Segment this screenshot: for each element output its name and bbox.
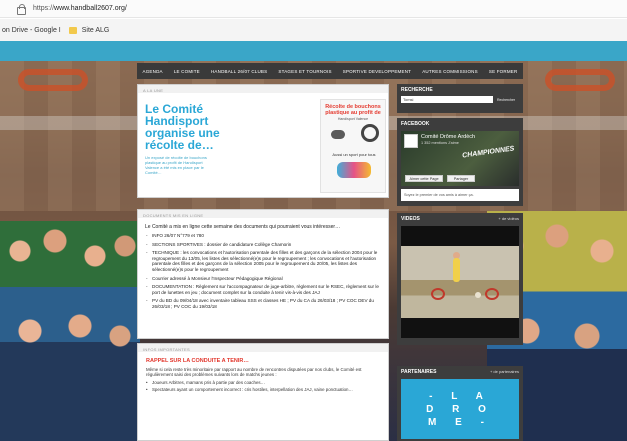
documents-intro: Le Comité a mis en ligne cette semaine d… [145, 224, 341, 230]
url-scheme: https:// [33, 5, 55, 12]
facebook-page-plugin[interactable]: Comité Drôme Ardèch 1 352 mentions J'aim… [401, 131, 519, 186]
address-bar[interactable]: https://www.handball2607.org/ [0, 0, 627, 18]
document-item[interactable]: TECHNIQUE : les convocations et l'autori… [146, 250, 380, 272]
search-header: RECHERCHE [397, 84, 523, 94]
news-panel: INFOS IMPORTANTES RAPPEL SUR LA CONDUITE… [137, 343, 389, 441]
partners-header: PARTENAIRES + de partenaires [397, 366, 523, 376]
feature-image-title: Récolte de bouchons plastique au profit … [325, 104, 381, 116]
nav-item-se-former[interactable]: SE FORMER [489, 69, 518, 74]
videos-more-link[interactable]: + de vidéos [498, 216, 519, 221]
facebook-cover-text: CHAMPIONNES [462, 145, 516, 160]
partners-widget: PARTENAIRES + de partenaires - L A D R O … [397, 366, 523, 441]
facebook-avatar [404, 134, 418, 148]
nav-item-agenda[interactable]: AGENDA [143, 69, 163, 74]
nav-item-stages[interactable]: STAGES ET TOURNOIS [278, 69, 331, 74]
handisport-logo [337, 162, 371, 178]
wheelchair-icon [485, 288, 499, 300]
document-item[interactable]: INFO 26/07 N°779 et 780 [146, 233, 380, 239]
document-item[interactable]: PV du BD du 09/04/18 avec inventaire tab… [146, 298, 380, 309]
facebook-page-name[interactable]: Comité Drôme Ardèch [421, 134, 475, 140]
news-title[interactable]: RAPPEL SUR LA CONDUITE A TENIR… [138, 352, 388, 367]
feature-text: Un exposé de récolte de bouchons plastiq… [145, 155, 207, 175]
videos-widget: VIDEOS + de vidéos [397, 213, 523, 345]
url-host: www.handball2607.org/ [54, 5, 127, 12]
documents-header: DOCUMENTS MIS EN LIGNE [138, 210, 388, 218]
ball-icon [475, 292, 481, 298]
feature-image[interactable]: Récolte de bouchons plastique au profit … [320, 99, 386, 193]
wheelchair-icon [361, 124, 379, 142]
browser-window: https://www.handball2607.org/ on Drive -… [0, 0, 627, 441]
facebook-widget: FACEBOOK Comité Drôme Ardèch 1 352 menti… [397, 118, 523, 206]
search-button[interactable]: Rechercher [497, 98, 515, 102]
nav-item-clubs[interactable]: HANDBALL 26/07 CLUBS [211, 69, 267, 74]
site-top-band [0, 41, 627, 61]
feature-image-caption: Aussi un sport pour tous [332, 152, 376, 157]
bookmark-drive[interactable]: on Drive - Google I [2, 27, 61, 34]
feature-header: A LA UNE [138, 85, 388, 93]
olympic-ring-left [18, 69, 88, 91]
search-input[interactable] [401, 96, 493, 103]
bottle-icon [331, 130, 345, 139]
players-group-left [0, 221, 140, 441]
facebook-like-button[interactable]: Aimer cette Page [405, 175, 443, 182]
feature-image-subtitle: Handisport Valence [337, 117, 369, 121]
facebook-header: FACEBOOK [397, 118, 523, 128]
document-item[interactable]: SECTIONS SPORTIVES : dossier de candidat… [146, 242, 380, 248]
partner-logo-text: - L A D R O M E - [426, 390, 494, 428]
search-widget: RECHERCHE Rechercher [397, 84, 523, 113]
feature-panel: A LA UNE Le Comité Handisport organise u… [137, 84, 389, 198]
documents-panel: DOCUMENTS MIS EN LIGNE Le Comité a mis e… [137, 209, 389, 339]
videos-header: VIDEOS + de vidéos [397, 213, 523, 223]
document-item[interactable]: Courrier adressé à Monsieur l'Inspecteur… [146, 276, 380, 282]
facebook-likes-count: 1 352 mentions J'aime [421, 141, 459, 145]
facebook-header-label: FACEBOOK [401, 121, 430, 127]
nav-item-developpement[interactable]: SPORTIVE DEVELOPPEMENT [343, 69, 411, 74]
videos-header-label: VIDEOS [401, 216, 420, 222]
nav-item-comite[interactable]: LE COMITE [174, 69, 200, 74]
url-text[interactable]: https://www.handball2607.org/ [33, 5, 127, 12]
facebook-footer: Soyez le premier de vos amis à aimer ça. [401, 189, 519, 201]
search-header-label: RECHERCHE [401, 87, 433, 93]
news-bullet: Spectateurs ayant un comportement incorr… [138, 385, 388, 392]
facebook-share-button[interactable]: Partager [447, 175, 475, 182]
olympic-ring-right [545, 69, 615, 91]
partner-logo-drome[interactable]: - L A D R O M E - [401, 379, 519, 439]
player-figure [453, 258, 460, 282]
nav-item-commissions[interactable]: AUTRES COMMISSIONS [422, 69, 478, 74]
partners-more-link[interactable]: + de partenaires [490, 369, 519, 374]
news-bullet: Joueurs Arbitres, mamans pris à partie p… [138, 378, 388, 385]
wheelchair-icon [431, 288, 445, 300]
document-item[interactable]: DOCUMENTATION : Règlement sur l'accompag… [146, 284, 380, 295]
documents-list: INFO 26/07 N°779 et 780 SECTIONS SPORTIV… [138, 233, 388, 310]
lock-icon [16, 4, 26, 15]
bookmark-site-alg[interactable]: Site ALG [82, 27, 110, 34]
main-navigation: AGENDA LE COMITE HANDBALL 26/07 CLUBS ST… [137, 63, 523, 79]
bookmarks-bar: on Drive - Google I Site ALG [0, 19, 627, 41]
search-row: Rechercher [397, 94, 523, 105]
video-player[interactable] [401, 226, 519, 338]
partners-header-label: PARTENAIRES [401, 369, 437, 375]
folder-icon [68, 26, 77, 34]
news-header: INFOS IMPORTANTES [138, 344, 388, 352]
news-body: Même si cela reste très minoritaire par … [146, 367, 362, 378]
feature-title[interactable]: Le Comité Handisport organise une récolt… [145, 103, 255, 151]
